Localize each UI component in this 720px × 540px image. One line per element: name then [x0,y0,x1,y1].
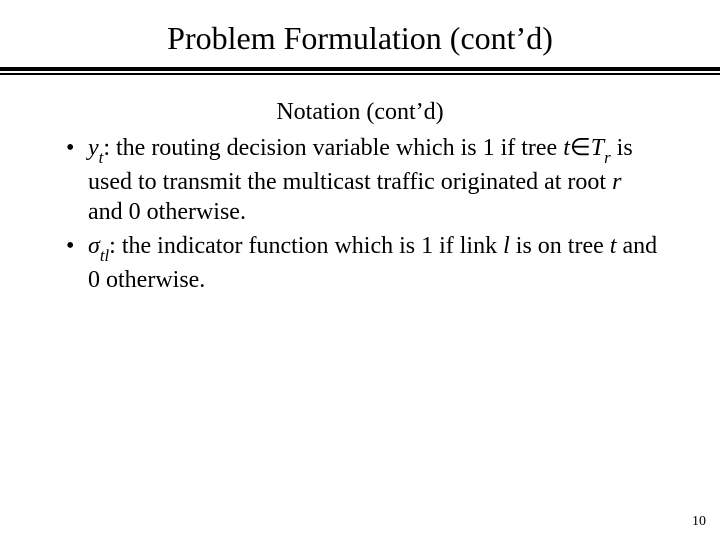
b1-root-r: r [612,169,621,195]
b1-t: t [563,135,570,161]
b1-text-a: : the routing decision variable which is… [103,135,563,161]
slide-body: Notation (cont’d) yt: the routing decisi… [0,75,720,295]
slide-title: Problem Formulation (cont’d) [167,20,553,57]
page-number: 10 [692,514,706,530]
notation-subhead: Notation (cont’d) [60,97,660,127]
b2-l: l [503,233,510,259]
bullet-item-yt: yt: the routing decision variable which … [60,133,660,227]
b2-text-a: : the indicator function which is 1 if l… [109,233,503,259]
b1-set-T-sub: r [604,148,611,167]
bullet-item-sigma: σtl: the indicator function which is 1 i… [60,231,660,295]
var-sigma-sub: tl [100,246,109,265]
bullet-list: yt: the routing decision variable which … [60,133,660,295]
title-area: Problem Formulation (cont’d) [0,0,720,57]
var-y: y [88,135,99,161]
elem-of-icon: ∈ [570,135,591,161]
var-sigma: σ [88,233,100,259]
slide: { "title": "Problem Formulation (cont’d)… [0,0,720,540]
title-underline [0,67,720,75]
var-y-sub: t [99,148,104,167]
b1-set-T: T [591,135,604,161]
b2-text-b: is on tree [510,233,610,259]
b1-text-c: and 0 otherwise. [88,199,246,225]
